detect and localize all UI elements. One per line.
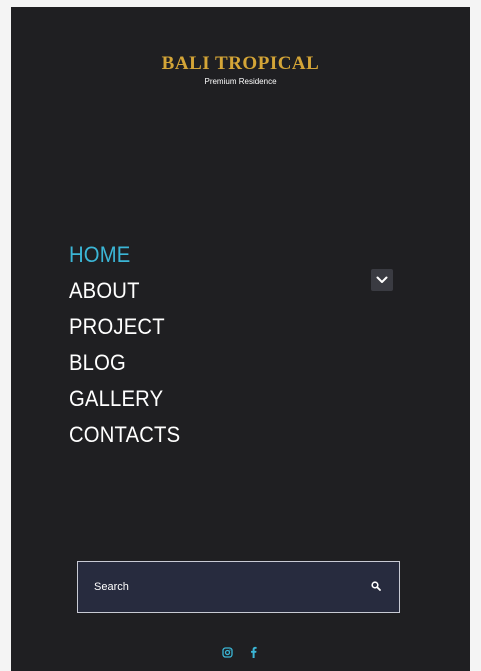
nav-item-project[interactable]: PROJECT — [69, 309, 180, 345]
search-input[interactable] — [94, 562, 344, 612]
search-button[interactable] — [369, 579, 383, 593]
logo-subtitle: Premium Residence — [204, 77, 277, 86]
instagram-icon — [222, 646, 233, 658]
instagram-link[interactable] — [222, 645, 234, 659]
facebook-link[interactable] — [248, 645, 260, 659]
search-form — [77, 561, 400, 613]
search-icon — [371, 581, 381, 591]
chevron-down-icon — [376, 276, 388, 283]
main-navigation: HOME ABOUT PROJECT BLOG GALLERY CONTACTS — [69, 237, 190, 453]
facebook-icon — [251, 646, 257, 658]
social-links — [11, 645, 470, 659]
site-logo[interactable]: BALI TROPICAL Premium Residence — [11, 53, 470, 88]
nav-item-about[interactable]: ABOUT — [69, 273, 180, 309]
mobile-menu-panel: BALI TROPICAL Premium Residence HOME ABO… — [11, 7, 470, 671]
logo-title: BALI TROPICAL — [161, 53, 320, 74]
nav-item-gallery[interactable]: GALLERY — [69, 381, 180, 417]
about-submenu-toggle[interactable] — [371, 269, 393, 291]
nav-item-blog[interactable]: BLOG — [69, 345, 180, 381]
nav-item-contacts[interactable]: CONTACTS — [69, 417, 180, 453]
nav-item-home[interactable]: HOME — [69, 237, 180, 273]
